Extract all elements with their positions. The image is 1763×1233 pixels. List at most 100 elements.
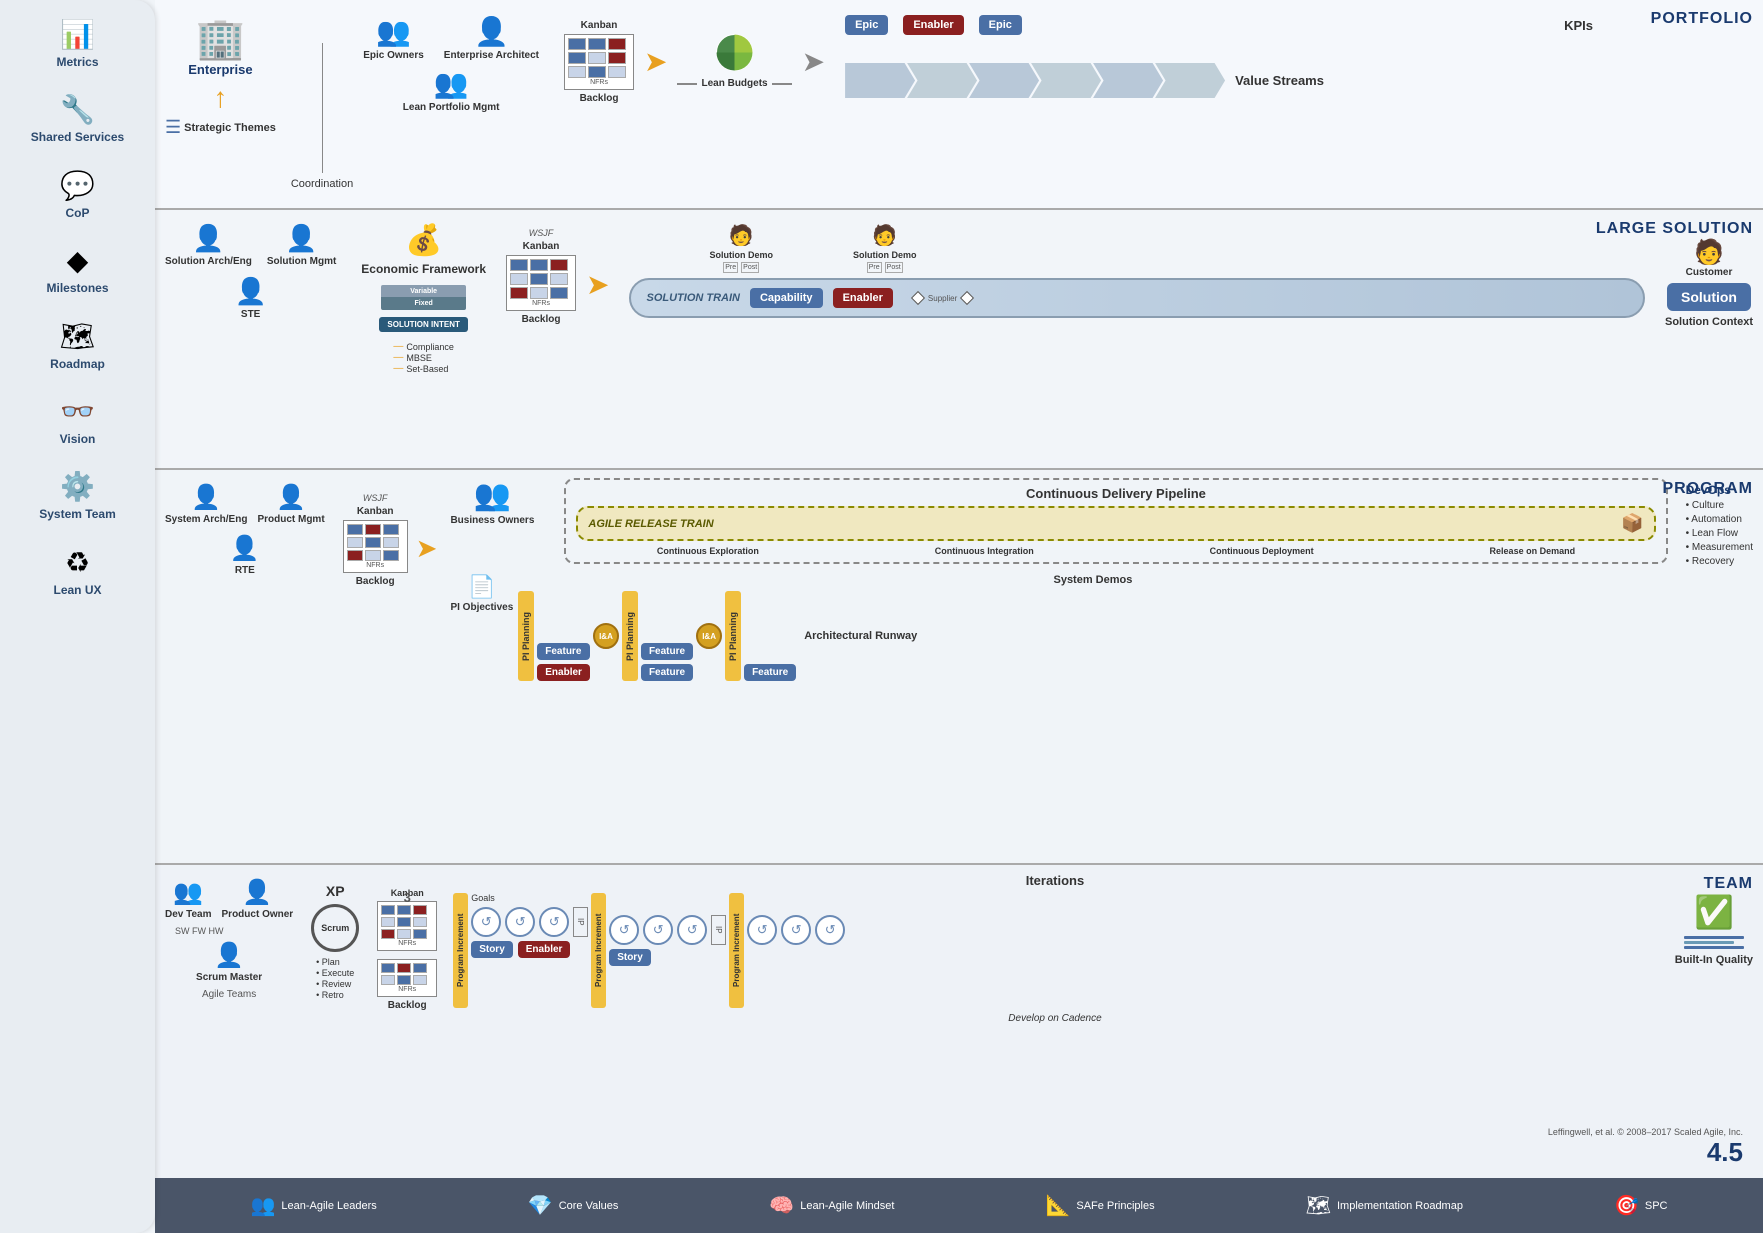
sidebar-item-cop[interactable]: 💬 CoP bbox=[13, 161, 143, 228]
mbse-label: MBSE bbox=[406, 353, 432, 363]
sidebar-item-shared-services[interactable]: 🔧 Shared Services bbox=[13, 85, 143, 152]
product-mgmt-icon: 👤 bbox=[276, 483, 306, 512]
art-label: AGILE RELEASE TRAIN bbox=[588, 518, 713, 530]
portfolio-budget-arrow: ➤ bbox=[802, 45, 825, 78]
program-enabler-box: Enabler bbox=[537, 664, 590, 681]
rte-label: RTE bbox=[235, 565, 255, 577]
pi3-features: Feature bbox=[744, 664, 796, 681]
main-diagram: 🏢 Enterprise ↑ ☰ Strategic Themes Coordi… bbox=[155, 0, 1763, 1233]
post2-label: Post bbox=[885, 262, 903, 273]
large-solution-top-roles: 👤 Solution Arch/Eng 👤 Solution Mgmt bbox=[165, 223, 336, 268]
iter4-circle: ↺ bbox=[609, 915, 639, 945]
continuous-exploration-label: Continuous Exploration bbox=[657, 546, 759, 556]
large-solution-roles: 👤 Solution Arch/Eng 👤 Solution Mgmt 👤 ST… bbox=[165, 223, 336, 321]
iterations-label: Iterations bbox=[453, 873, 1657, 888]
solution-mgmt-figure: 👤 Solution Mgmt bbox=[267, 223, 336, 268]
shared-services-icon: 🔧 bbox=[60, 93, 95, 126]
solution-box: Solution bbox=[1667, 283, 1751, 311]
pi1-iterations: ↺ ↺ ↺ IP bbox=[471, 907, 588, 937]
team-pi3-content: ↺ ↺ ↺ bbox=[747, 893, 845, 945]
sidebar-item-roadmap[interactable]: 🗺 Roadmap bbox=[13, 312, 143, 379]
product-owner-label: Product Owner bbox=[222, 909, 294, 921]
footer-safe-principles-label: SAFe Principles bbox=[1076, 1200, 1154, 1212]
team-backlog-label: Backlog bbox=[388, 1000, 427, 1011]
pi-objectives-icon: 📄 bbox=[468, 574, 495, 600]
system-arch-icon: 👤 bbox=[191, 483, 221, 512]
pi-planning2-box: PI Planning bbox=[622, 591, 638, 681]
system-arch-figure: 👤 System Arch/Eng bbox=[165, 483, 247, 526]
solution-train-box: SOLUTION TRAIN Capability Enabler Suppli… bbox=[629, 278, 1645, 318]
solution-context-label: Solution Context bbox=[1665, 316, 1753, 328]
team-pi1-box: Program Increment bbox=[453, 893, 468, 1008]
portfolio-kanban-arrow: ➤ bbox=[644, 45, 667, 78]
solution-mgmt-label: Solution Mgmt bbox=[267, 256, 336, 268]
footer: 👥 Lean-Agile Leaders 💎 Core Values 🧠 Lea… bbox=[155, 1178, 1763, 1233]
sidebar-lean-ux-label: Lean UX bbox=[53, 583, 101, 597]
portfolio-band: 🏢 Enterprise ↑ ☰ Strategic Themes Coordi… bbox=[155, 0, 1763, 210]
lean-portfolio-icon: 👥 bbox=[434, 67, 469, 100]
large-kanban-board: NFRs bbox=[506, 255, 576, 311]
dev-team-label: Dev Team bbox=[165, 909, 212, 921]
program-wsjf-label: WSJF bbox=[363, 493, 388, 503]
person-demo2-icon: 🧑 bbox=[872, 223, 897, 248]
scrum-cycle-circle: Scrum bbox=[311, 904, 359, 952]
pre1-label: Pre bbox=[723, 262, 738, 273]
person-demo1-icon: 🧑 bbox=[729, 223, 754, 248]
pi2-features: Feature Feature bbox=[641, 643, 693, 681]
pi-objectives-label: PI Objectives bbox=[450, 602, 513, 613]
plan-label: • Plan bbox=[316, 957, 354, 967]
program-kanban-label: Kanban bbox=[357, 506, 394, 517]
enabler1-box: Enabler bbox=[903, 15, 963, 35]
portfolio-kanban-section: Kanban bbox=[564, 20, 634, 104]
sidebar-item-vision[interactable]: 👓 Vision bbox=[13, 387, 143, 454]
solution-demo2: 🧑 Solution Demo Pre Post bbox=[853, 223, 917, 273]
customer-figure: 🧑 Customer bbox=[1686, 238, 1733, 278]
capability-box: Capability bbox=[750, 288, 823, 308]
devops-item4: • Measurement bbox=[1686, 542, 1753, 553]
iter8-circle: ↺ bbox=[781, 915, 811, 945]
lean-portfolio-mgmt-figure: 👥 Lean Portfolio Mgmt bbox=[403, 67, 500, 114]
program-kanban-arrow: ➤ bbox=[416, 533, 438, 564]
feature2-box: Feature bbox=[641, 643, 693, 660]
supplier-row: Supplier bbox=[913, 293, 972, 303]
solution-arch-figure: 👤 Solution Arch/Eng bbox=[165, 223, 252, 268]
goals-label: Goals bbox=[471, 893, 495, 903]
agile-teams-label: Agile Teams bbox=[165, 989, 293, 1000]
biq-line1 bbox=[1684, 936, 1744, 939]
sw-fw-hw-label: SW FW HW bbox=[175, 926, 224, 936]
set-based-label: Set-Based bbox=[406, 364, 448, 374]
portfolio-backlog-label: Backlog bbox=[580, 93, 619, 104]
team-kanban-board: 3 NFRs bbox=[377, 901, 437, 951]
coordination-section: Coordination bbox=[291, 10, 353, 190]
set-based-dot: — bbox=[393, 363, 403, 374]
value-streams-label: Value Streams bbox=[1235, 73, 1324, 88]
execute-label: • Execute bbox=[316, 968, 354, 978]
sidebar-item-lean-ux[interactable]: ♻ Lean UX bbox=[13, 538, 143, 605]
built-in-quality-icon: ✅ bbox=[1694, 893, 1734, 931]
product-owner-icon: 👤 bbox=[242, 878, 272, 907]
scrum-master-figure: 👤 Scrum Master bbox=[165, 941, 293, 984]
epics-row: Epic Enabler Epic KPIs bbox=[845, 15, 1753, 35]
pi-features-area: System Demos PI Planning Feature Enabler bbox=[518, 574, 1667, 681]
sidebar-item-metrics[interactable]: 📊 Metrics bbox=[13, 10, 143, 77]
program-backlog-label: Backlog bbox=[356, 576, 395, 587]
team-pi3-box: Program Increment bbox=[729, 893, 744, 1008]
dev-team-icon: 👥 bbox=[173, 878, 203, 907]
sidebar-item-milestones[interactable]: ◆ Milestones bbox=[13, 236, 143, 303]
lean-budgets-pie bbox=[712, 30, 757, 75]
epic1-box: Epic bbox=[845, 15, 888, 35]
solution-context-section: 🧑 Customer Solution Solution Context bbox=[1665, 238, 1753, 328]
strategic-themes-icon: ☰ bbox=[165, 117, 181, 138]
post1-label: Post bbox=[741, 262, 759, 273]
dev-team-figure: 👥 Dev Team bbox=[165, 878, 212, 921]
program-top-area: 👥 Business Owners Continuous Delivery Pi… bbox=[450, 478, 1667, 564]
business-owners-figure: 👥 Business Owners bbox=[450, 478, 534, 527]
sidebar-item-system-team[interactable]: ⚙️ System Team bbox=[13, 462, 143, 529]
lean-budgets-section: Lean Budgets bbox=[677, 30, 791, 89]
cdp-title: Continuous Delivery Pipeline bbox=[576, 486, 1655, 501]
story2-box: Story bbox=[609, 949, 651, 966]
team-backlog-board: NFRs bbox=[377, 959, 437, 997]
pi2-iterations: ↺ ↺ ↺ IP bbox=[609, 915, 726, 945]
solution-demo1-label: Solution Demo bbox=[709, 250, 773, 260]
compliance-label: Compliance bbox=[406, 342, 454, 352]
